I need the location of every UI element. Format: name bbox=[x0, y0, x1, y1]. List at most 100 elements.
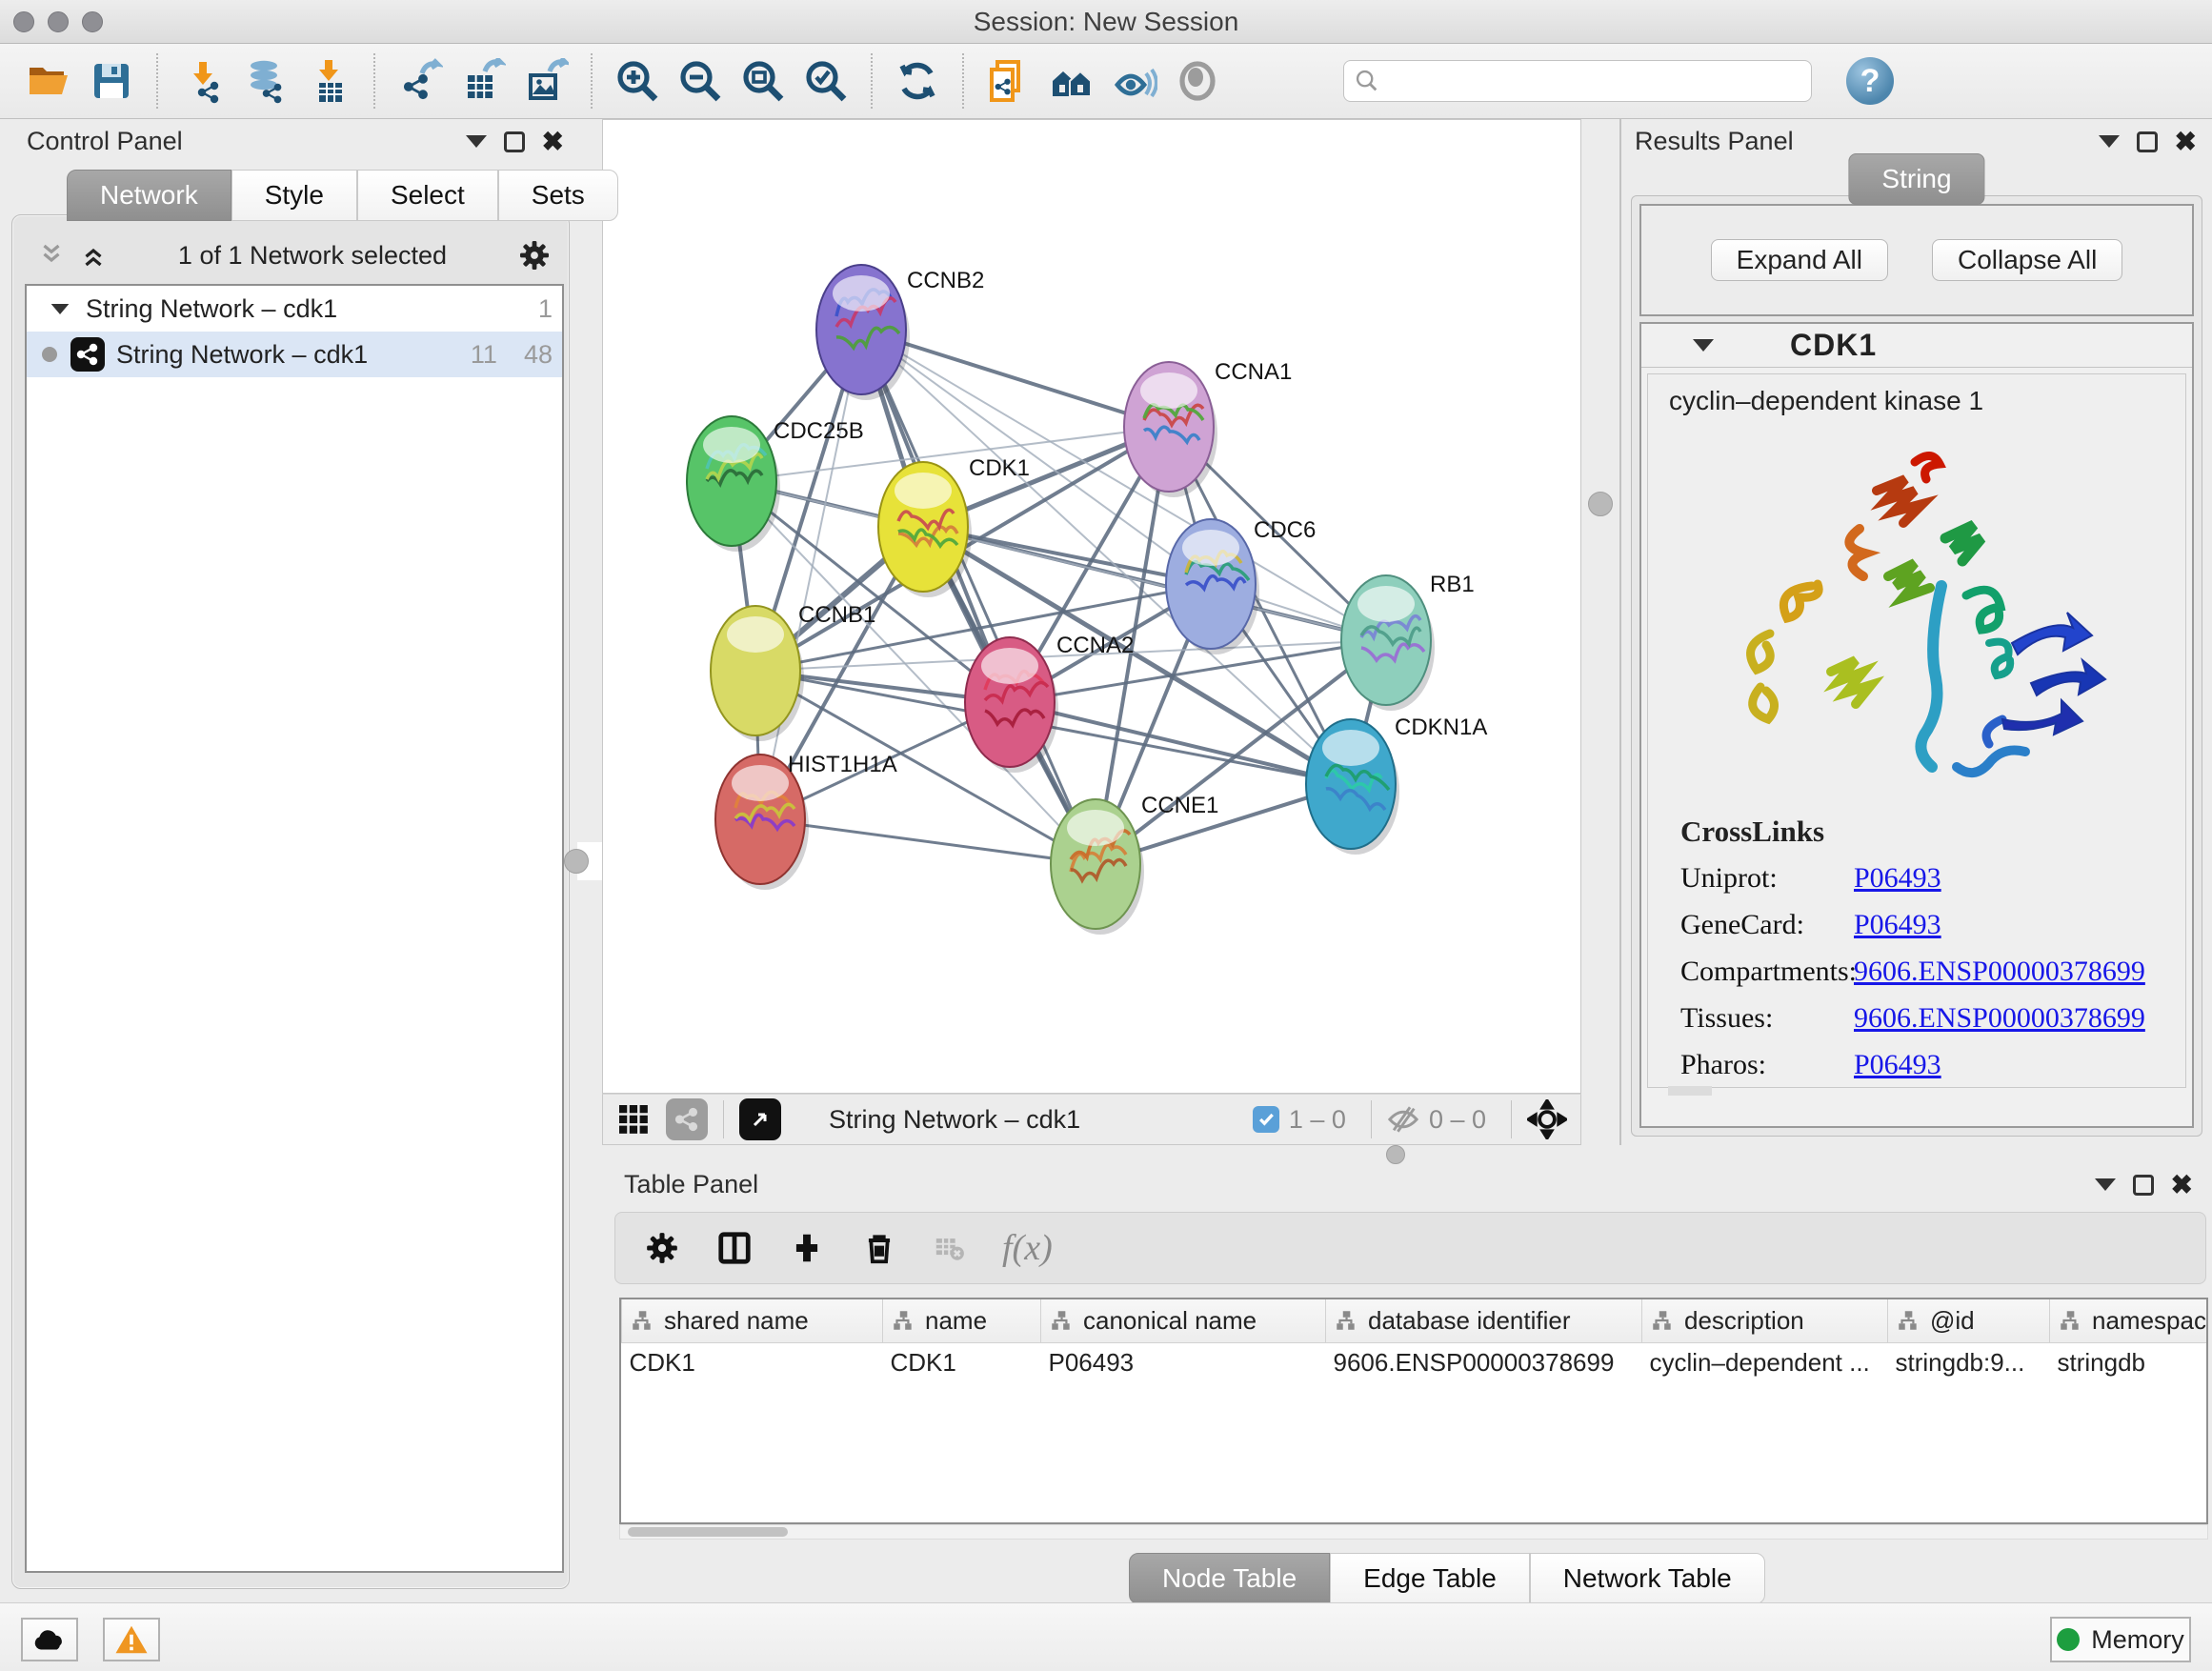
crosslink-compartments-link[interactable]: 9606.ENSP00000378699 bbox=[1854, 956, 2145, 988]
memory-button[interactable]: Memory bbox=[2050, 1617, 2191, 1662]
protein-section-header[interactable]: CDK1 bbox=[1641, 324, 2192, 368]
panel-float-icon[interactable] bbox=[466, 135, 487, 148]
panel-close-icon[interactable]: ✖ bbox=[2171, 1172, 2193, 1198]
export-network-button[interactable] bbox=[393, 54, 447, 108]
network-row[interactable]: String Network – cdk1 11 48 bbox=[27, 332, 562, 377]
panel-float-icon[interactable] bbox=[2095, 1178, 2116, 1191]
expand-all-button[interactable]: Expand All bbox=[1711, 239, 1888, 281]
column-header-shared-name[interactable]: shared name bbox=[622, 1299, 883, 1342]
crosslink-uniprot-link[interactable]: P06493 bbox=[1854, 862, 1941, 895]
crosslink-genecard-link[interactable]: P06493 bbox=[1854, 909, 1941, 941]
zoom-out-button[interactable] bbox=[674, 54, 727, 108]
tab-style[interactable]: Style bbox=[231, 170, 357, 221]
import-network-file-button[interactable] bbox=[176, 54, 230, 108]
show-graphics-details-button[interactable] bbox=[1171, 54, 1224, 108]
cell-canonical-name[interactable]: P06493 bbox=[1041, 1342, 1326, 1382]
network-node-ccne1[interactable]: CCNE1 bbox=[1051, 793, 1218, 935]
splitter-handle[interactable] bbox=[1588, 492, 1613, 516]
column-header-id[interactable]: @id bbox=[1888, 1299, 2050, 1342]
show-columns-icon[interactable] bbox=[716, 1230, 753, 1266]
table-horizontal-scrollbar[interactable] bbox=[619, 1524, 2208, 1540]
search-input[interactable] bbox=[1380, 67, 1780, 96]
network-node-hist1h1a[interactable]: HIST1H1A bbox=[715, 752, 897, 890]
section-expander-icon[interactable] bbox=[1693, 339, 1714, 352]
crosslink-tissues-link[interactable]: 9606.ENSP00000378699 bbox=[1854, 1002, 2145, 1035]
grid-mode-icon[interactable] bbox=[616, 1102, 651, 1137]
birds-eye-view-icon[interactable] bbox=[739, 1098, 781, 1140]
network-edge-ccnb2-hist1h1a[interactable] bbox=[760, 330, 861, 819]
network-node-ccnb2[interactable]: CCNB2 bbox=[816, 265, 984, 400]
table-options-gear-icon[interactable] bbox=[644, 1230, 680, 1266]
collapse-all-button[interactable]: Collapse All bbox=[1932, 239, 2122, 281]
open-session-button[interactable] bbox=[22, 54, 75, 108]
export-table-button[interactable] bbox=[456, 54, 510, 108]
column-header-description[interactable]: description bbox=[1642, 1299, 1888, 1342]
network-node-ccna1[interactable]: CCNA1 bbox=[1124, 359, 1292, 497]
zoom-selected-button[interactable] bbox=[799, 54, 853, 108]
tab-node-table[interactable]: Node Table bbox=[1129, 1553, 1330, 1604]
splitter-handle[interactable] bbox=[1386, 1145, 1405, 1164]
warnings-button[interactable] bbox=[103, 1618, 160, 1661]
panel-close-icon[interactable]: ✖ bbox=[2175, 129, 2197, 155]
network-node-cdkn1a[interactable]: CDKN1A bbox=[1306, 715, 1487, 855]
network-node-cdc25b[interactable]: CDC25B bbox=[687, 416, 864, 552]
network-edge-hist1h1a-ccne1[interactable] bbox=[760, 819, 1096, 864]
string-home-button[interactable] bbox=[1045, 54, 1098, 108]
collapse-all-icon[interactable] bbox=[37, 241, 66, 270]
network-edge-ccnb2-ccne1[interactable] bbox=[861, 330, 1096, 864]
panel-close-icon[interactable]: ✖ bbox=[542, 129, 564, 155]
help-button[interactable]: ? bbox=[1846, 57, 1894, 105]
network-node-ccnb1[interactable]: CCNB1 bbox=[711, 602, 875, 741]
scrollbar-thumb[interactable] bbox=[628, 1527, 788, 1537]
splitter-handle[interactable] bbox=[564, 849, 589, 874]
cell-name[interactable]: CDK1 bbox=[883, 1342, 1041, 1382]
zoom-in-button[interactable] bbox=[611, 54, 664, 108]
column-header-canonical-name[interactable]: canonical name bbox=[1041, 1299, 1326, 1342]
import-network-from-database-button[interactable] bbox=[239, 54, 292, 108]
import-table-file-button[interactable] bbox=[302, 54, 355, 108]
save-session-button[interactable] bbox=[85, 54, 138, 108]
cell-id[interactable]: stringdb:9... bbox=[1888, 1342, 2050, 1382]
network-node-ccna2[interactable]: CCNA2 bbox=[965, 633, 1134, 773]
column-header-namespace[interactable]: namespace bbox=[2050, 1299, 2209, 1342]
enhanced-graphics-button[interactable] bbox=[1108, 54, 1161, 108]
tab-network-table[interactable]: Network Table bbox=[1530, 1553, 1765, 1604]
tab-select[interactable]: Select bbox=[357, 170, 498, 221]
tab-network[interactable]: Network bbox=[67, 170, 231, 221]
expand-all-icon[interactable] bbox=[79, 241, 108, 270]
cell-description[interactable]: cyclin–dependent ... bbox=[1642, 1342, 1888, 1382]
export-image-button[interactable] bbox=[519, 54, 573, 108]
cloud-status-button[interactable] bbox=[21, 1618, 78, 1661]
tree-expander-icon[interactable] bbox=[51, 303, 70, 313]
zoom-fit-button[interactable] bbox=[736, 54, 790, 108]
panel-maximize-icon[interactable] bbox=[2137, 131, 2158, 152]
selected-items-checkbox[interactable] bbox=[1253, 1106, 1279, 1133]
column-header-database-identifier[interactable]: database identifier bbox=[1326, 1299, 1642, 1342]
cell-namespace[interactable]: stringdb bbox=[2050, 1342, 2209, 1382]
network-collection-row[interactable]: String Network – cdk1 1 bbox=[27, 286, 562, 332]
apply-layout-button[interactable] bbox=[891, 54, 944, 108]
tab-sets[interactable]: Sets bbox=[498, 170, 618, 221]
network-options-gear-icon[interactable] bbox=[517, 238, 552, 272]
tab-string[interactable]: String bbox=[1848, 153, 1984, 205]
left-splitter[interactable] bbox=[577, 842, 604, 880]
horizontal-splitter[interactable] bbox=[579, 1145, 2212, 1164]
network-edge-ccna2-cdkn1a[interactable] bbox=[1010, 702, 1351, 784]
delete-column-trash-icon[interactable] bbox=[861, 1230, 897, 1266]
column-header-name[interactable]: name bbox=[883, 1299, 1041, 1342]
panel-maximize-icon[interactable] bbox=[2133, 1175, 2154, 1196]
fit-selected-crosshair-icon[interactable] bbox=[1527, 1099, 1567, 1139]
tab-edge-table[interactable]: Edge Table bbox=[1330, 1553, 1530, 1604]
panel-float-icon[interactable] bbox=[2099, 135, 2120, 148]
network-canvas[interactable]: CCNB2CCNA1CDC25BCDK1CDC6RB1CCNB1CCNA2CDK… bbox=[602, 119, 1581, 1094]
create-column-plus-icon[interactable] bbox=[789, 1230, 825, 1266]
hidden-items-eye-icon[interactable] bbox=[1387, 1103, 1419, 1136]
scrollbar-nub[interactable] bbox=[1668, 1086, 1712, 1096]
string-import-button[interactable] bbox=[982, 54, 1036, 108]
network-node-rb1[interactable]: RB1 bbox=[1341, 572, 1475, 711]
network-view-mode-icon[interactable] bbox=[666, 1098, 708, 1140]
toolbar-search-box[interactable] bbox=[1343, 60, 1812, 102]
cell-database-identifier[interactable]: 9606.ENSP00000378699 bbox=[1326, 1342, 1642, 1382]
table-row[interactable]: CDK1 CDK1 P06493 9606.ENSP00000378699 cy… bbox=[622, 1342, 2209, 1382]
crosslink-pharos-link[interactable]: P06493 bbox=[1854, 1049, 1941, 1081]
